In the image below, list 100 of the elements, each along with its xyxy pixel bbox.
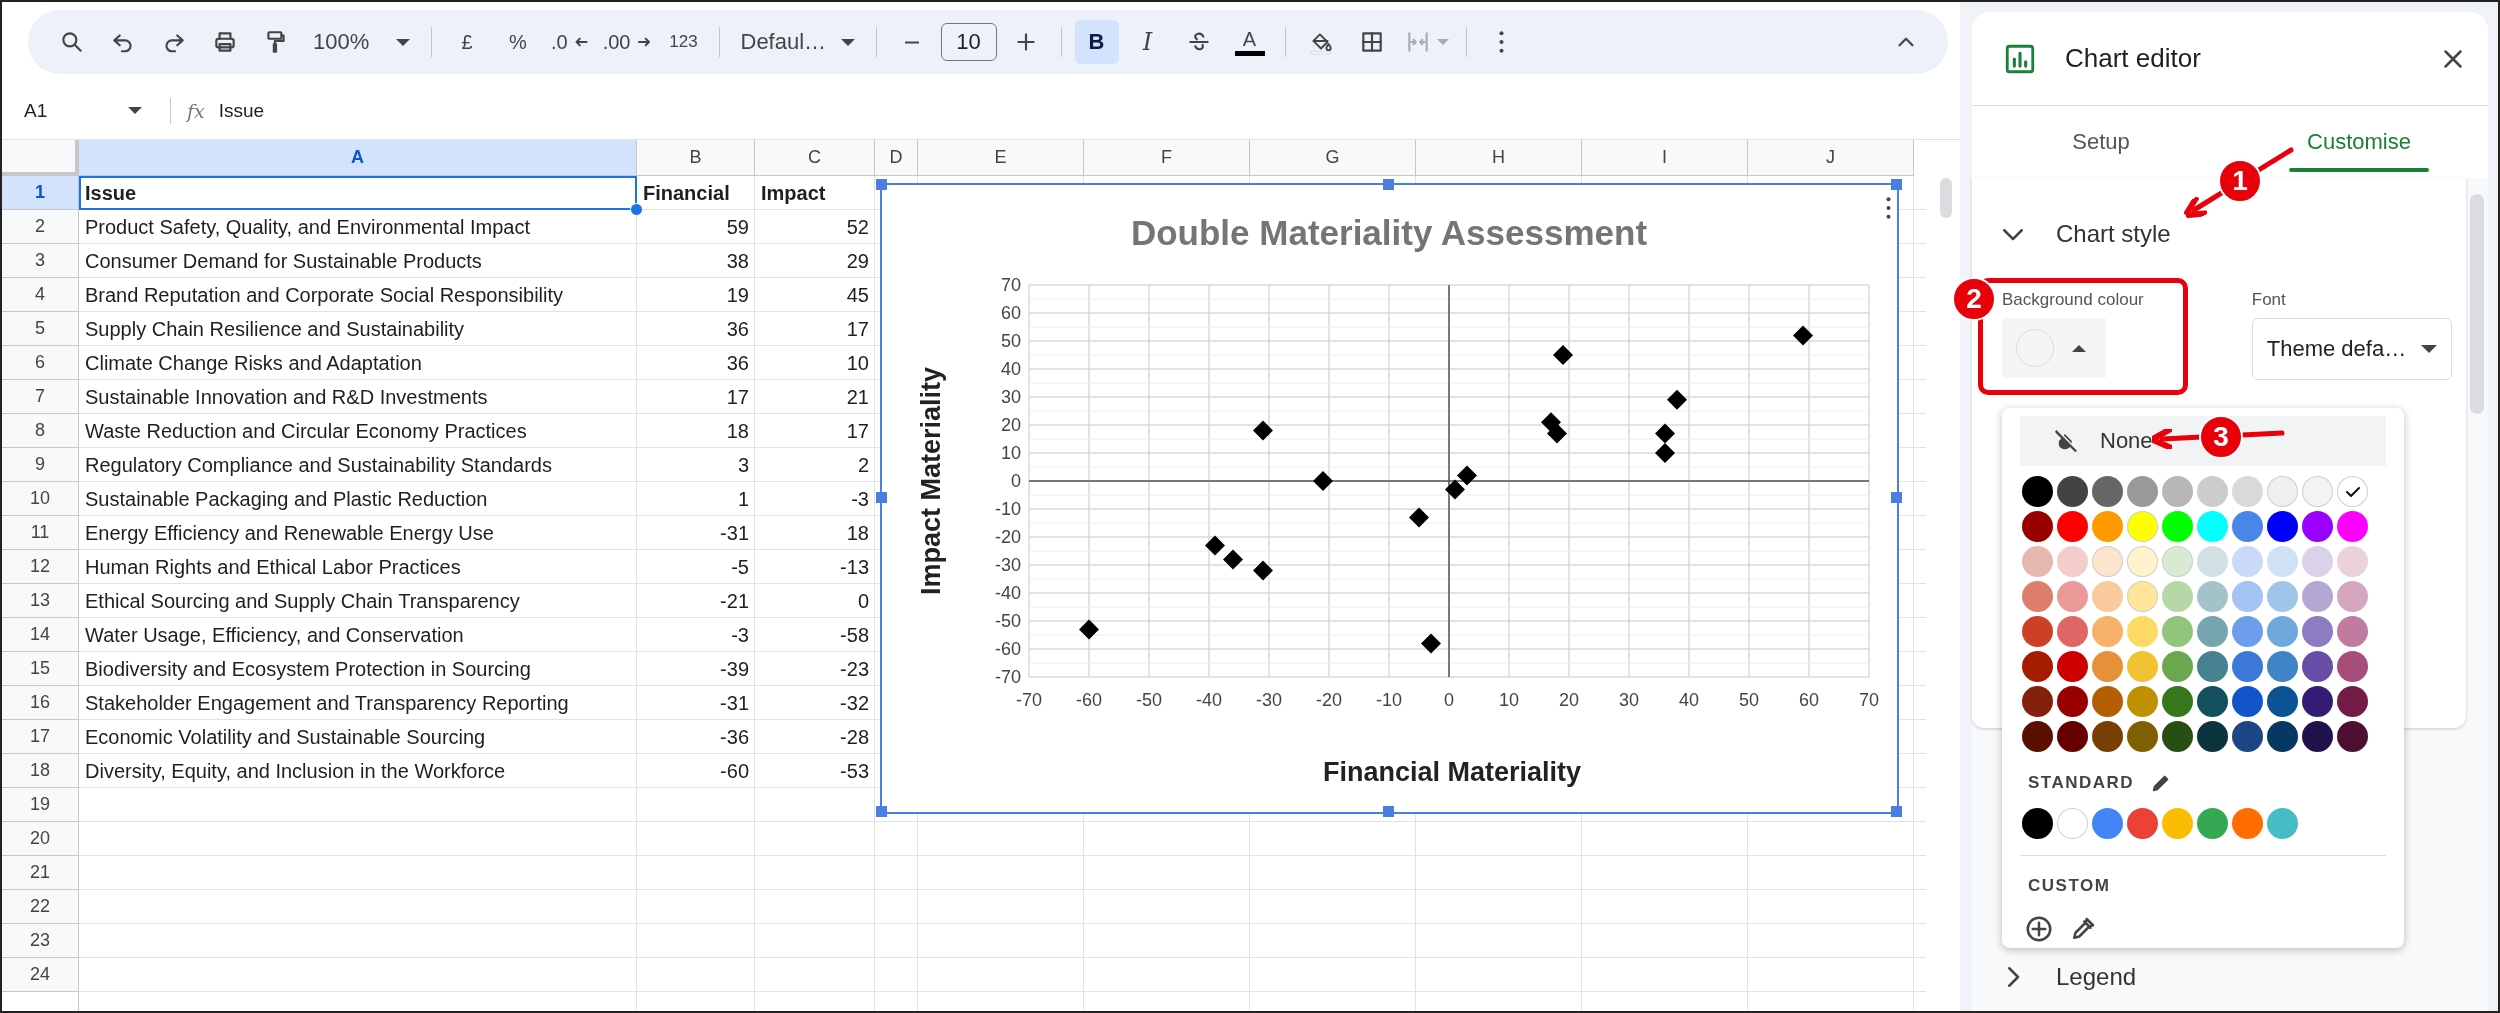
row-header[interactable]: 17 <box>2 720 79 754</box>
italic-button[interactable]: I <box>1125 20 1170 64</box>
colour-swatch[interactable] <box>2022 476 2053 507</box>
column-header[interactable]: C <box>755 140 875 176</box>
row-header[interactable]: 14 <box>2 618 79 652</box>
colour-swatch[interactable] <box>2162 651 2193 682</box>
number-format-button[interactable]: 123 <box>661 20 706 64</box>
colour-swatch[interactable] <box>2127 546 2158 577</box>
row-header[interactable]: 22 <box>2 890 79 924</box>
column-header[interactable]: D <box>875 140 918 176</box>
colour-swatch[interactable] <box>2337 686 2368 717</box>
colour-swatch[interactable] <box>2197 511 2228 542</box>
row-header[interactable]: 5 <box>2 312 79 346</box>
colour-swatch[interactable] <box>2267 721 2298 752</box>
row-header[interactable]: 8 <box>2 414 79 448</box>
row-header[interactable]: 2 <box>2 210 79 244</box>
resize-handle[interactable] <box>1890 805 1902 817</box>
colour-swatch[interactable] <box>2232 581 2263 612</box>
colour-swatch[interactable] <box>2232 651 2263 682</box>
colour-swatch[interactable] <box>2022 581 2053 612</box>
colour-swatch[interactable] <box>2267 511 2298 542</box>
colour-swatch[interactable] <box>2092 808 2123 839</box>
row-header[interactable]: 20 <box>2 822 79 856</box>
resize-handle[interactable] <box>875 805 887 817</box>
colour-swatch[interactable] <box>2092 651 2123 682</box>
colour-swatch[interactable] <box>2232 476 2263 507</box>
formula-field[interactable]: Issue <box>218 99 265 122</box>
colour-swatch[interactable] <box>2267 808 2298 839</box>
colour-swatch[interactable] <box>2302 581 2333 612</box>
colour-swatch[interactable] <box>2057 721 2088 752</box>
colour-swatch[interactable] <box>2092 476 2123 507</box>
colour-swatch[interactable] <box>2197 721 2228 752</box>
colour-swatch[interactable] <box>2267 616 2298 647</box>
column-header[interactable]: G <box>1250 140 1416 176</box>
row-header[interactable]: 4 <box>2 278 79 312</box>
colour-swatch[interactable] <box>2057 651 2088 682</box>
colour-swatch[interactable] <box>2092 581 2123 612</box>
row-header[interactable]: 19 <box>2 788 79 822</box>
font-dropdown[interactable]: Theme defa… <box>2251 318 2452 380</box>
colour-swatch[interactable] <box>2022 616 2053 647</box>
increase-decimal-button[interactable]: .00 <box>598 20 655 64</box>
colour-swatch[interactable] <box>2232 616 2263 647</box>
colour-swatch[interactable] <box>2337 511 2368 542</box>
column-header[interactable]: A <box>79 140 637 176</box>
text-colour-button[interactable]: A <box>1227 20 1272 64</box>
zoom-dropdown[interactable]: 100% <box>305 20 418 64</box>
resize-handle[interactable] <box>1383 805 1394 817</box>
colour-swatch[interactable] <box>2022 546 2053 577</box>
colour-swatch[interactable] <box>2302 511 2333 542</box>
colour-swatch[interactable] <box>2022 808 2053 839</box>
section-header[interactable]: Legend <box>1972 955 2466 999</box>
colour-swatch[interactable] <box>2057 546 2088 577</box>
colour-swatch[interactable] <box>2127 721 2158 752</box>
font-size-field[interactable]: 10 <box>940 23 997 61</box>
row-header[interactable]: 9 <box>2 448 79 482</box>
colour-swatch[interactable] <box>2057 686 2088 717</box>
colour-swatch[interactable] <box>2092 511 2123 542</box>
colour-swatch[interactable] <box>2127 808 2158 839</box>
scrollbar-thumb[interactable] <box>2470 194 2484 414</box>
colour-swatch[interactable] <box>2197 581 2228 612</box>
row-header[interactable]: 23 <box>2 924 79 958</box>
colour-swatch[interactable] <box>2337 476 2368 507</box>
scrollbar-thumb[interactable] <box>1940 178 1952 218</box>
colour-swatch[interactable] <box>2302 546 2333 577</box>
colour-swatch[interactable] <box>2057 808 2088 839</box>
colour-swatch[interactable] <box>2022 511 2053 542</box>
colour-swatch[interactable] <box>2197 651 2228 682</box>
resize-handle[interactable] <box>875 178 887 190</box>
colour-swatch[interactable] <box>2162 721 2193 752</box>
row-header[interactable]: 13 <box>2 584 79 618</box>
colour-swatch[interactable] <box>2057 476 2088 507</box>
colour-swatch[interactable] <box>2022 686 2053 717</box>
row-header[interactable]: 18 <box>2 754 79 788</box>
bold-button[interactable]: B <box>1074 20 1119 64</box>
colour-swatch[interactable] <box>2162 686 2193 717</box>
colour-swatch[interactable] <box>2197 546 2228 577</box>
colour-swatch[interactable] <box>2232 511 2263 542</box>
colour-swatch[interactable] <box>2267 686 2298 717</box>
colour-swatch[interactable] <box>2302 686 2333 717</box>
colour-swatch[interactable] <box>2057 511 2088 542</box>
currency-button[interactable]: £ <box>445 20 489 64</box>
colour-swatch[interactable] <box>2162 511 2193 542</box>
resize-handle[interactable] <box>875 492 887 503</box>
colour-swatch[interactable] <box>2092 546 2123 577</box>
colour-swatch[interactable] <box>2337 546 2368 577</box>
colour-swatch[interactable] <box>2302 616 2333 647</box>
colour-swatch[interactable] <box>2057 616 2088 647</box>
colour-swatch[interactable] <box>2232 546 2263 577</box>
row-header[interactable]: 6 <box>2 346 79 380</box>
add-custom-button[interactable] <box>2024 914 2054 944</box>
colour-swatch[interactable] <box>2302 476 2333 507</box>
colour-swatch[interactable] <box>2057 581 2088 612</box>
colour-swatch[interactable] <box>2302 651 2333 682</box>
percent-button[interactable]: % <box>496 20 540 64</box>
row-header[interactable]: 1 <box>2 176 79 210</box>
row-header[interactable]: 16 <box>2 686 79 720</box>
colour-swatch[interactable] <box>2337 721 2368 752</box>
column-header[interactable]: B <box>637 140 755 176</box>
colour-swatch[interactable] <box>2127 581 2158 612</box>
column-header[interactable]: E <box>918 140 1084 176</box>
